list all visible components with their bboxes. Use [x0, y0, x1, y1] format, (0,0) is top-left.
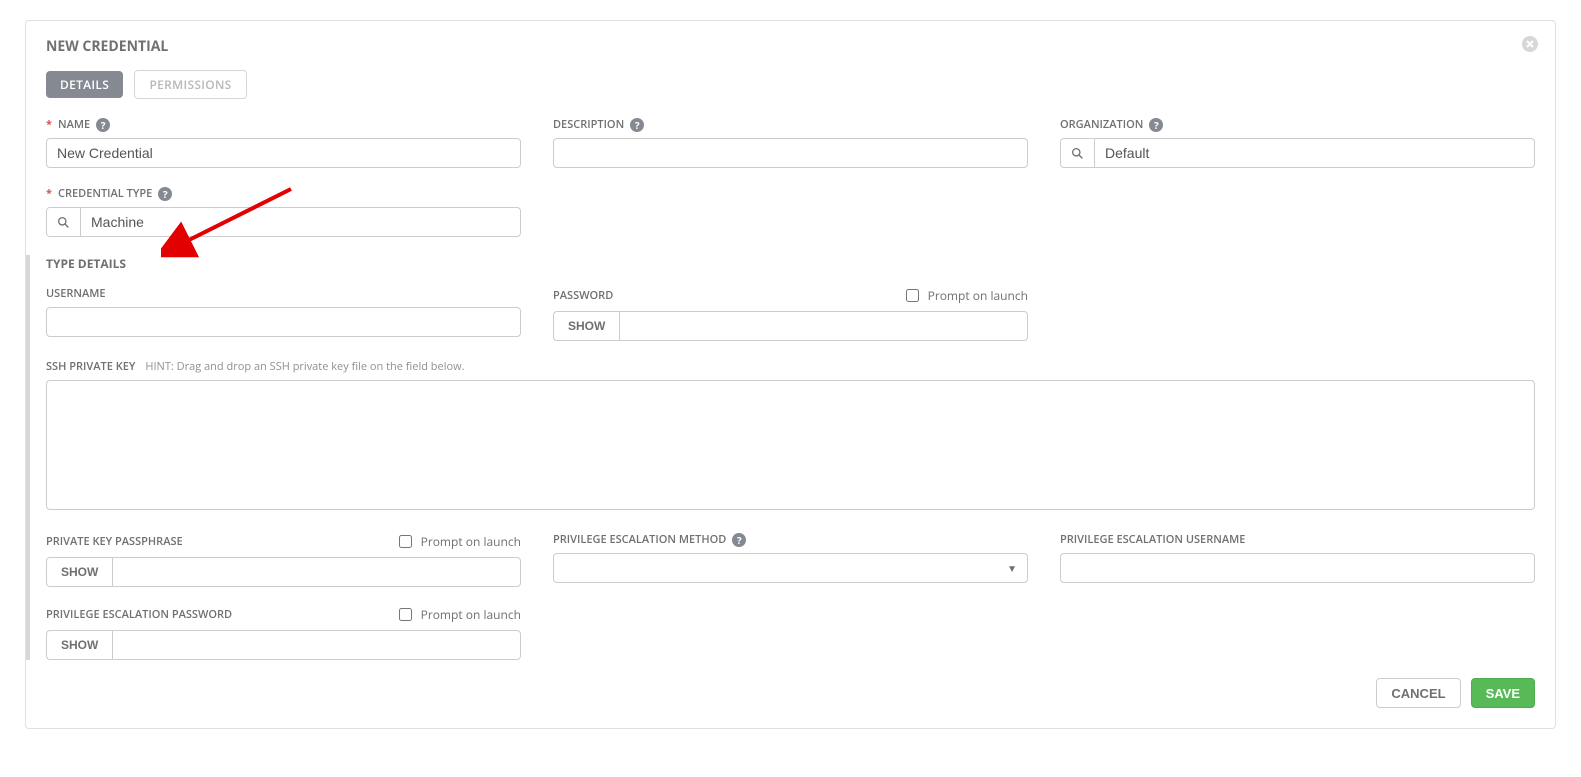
cancel-button[interactable]: CANCEL [1376, 678, 1460, 708]
label-name: NAME [58, 117, 90, 132]
escalation-password-prompt-on-launch[interactable]: Prompt on launch [395, 605, 521, 624]
footer-actions: CANCEL SAVE [46, 678, 1535, 708]
credential-type-search-button[interactable] [47, 208, 81, 236]
field-password: PASSWORD Prompt on launch SHOW [553, 286, 1028, 341]
escalation-password-prompt-checkbox[interactable] [399, 608, 412, 621]
search-icon [1071, 147, 1084, 160]
new-credential-panel: NEW CREDENTIAL DETAILS PERMISSIONS * NAM… [25, 20, 1556, 729]
organization-lookup[interactable] [1060, 138, 1535, 168]
field-username: USERNAME [46, 286, 521, 341]
label-credential-type: CREDENTIAL TYPE [58, 186, 152, 201]
row-passphrase-escalation: PRIVATE KEY PASSPHRASE Prompt on launch … [46, 532, 1535, 587]
label-escalation-password: PRIVILEGE ESCALATION PASSWORD [46, 607, 232, 622]
close-button[interactable] [1521, 35, 1539, 53]
label-organization: ORGANIZATION [1060, 117, 1143, 132]
row-escalation-password: PRIVILEGE ESCALATION PASSWORD Prompt on … [46, 605, 1535, 660]
passphrase-prompt-on-launch[interactable]: Prompt on launch [395, 532, 521, 551]
tabs: DETAILS PERMISSIONS [46, 70, 1535, 99]
escalation-method-select[interactable]: ▼ [553, 553, 1028, 583]
required-mark: * [46, 186, 52, 201]
type-details-title: TYPE DETAILS [46, 255, 1535, 272]
label-username: USERNAME [46, 286, 106, 301]
close-icon [1522, 36, 1538, 52]
help-icon[interactable]: ? [1149, 118, 1163, 132]
passphrase-input[interactable] [112, 557, 521, 587]
required-mark: * [46, 117, 52, 132]
tab-details[interactable]: DETAILS [46, 71, 123, 98]
field-organization: ORGANIZATION ? [1060, 117, 1535, 168]
type-details-section: TYPE DETAILS USERNAME PASSWORD Prompt on… [26, 255, 1535, 660]
organization-input[interactable] [1095, 139, 1534, 167]
help-icon[interactable]: ? [732, 533, 746, 547]
field-credential-type: * CREDENTIAL TYPE ? [46, 186, 521, 237]
prompt-on-launch-label: Prompt on launch [928, 287, 1028, 304]
password-show-button[interactable]: SHOW [553, 311, 619, 341]
name-input[interactable] [46, 138, 521, 168]
label-escalation-username: PRIVILEGE ESCALATION USERNAME [1060, 532, 1245, 547]
save-button[interactable]: SAVE [1471, 678, 1535, 708]
passphrase-show-button[interactable]: SHOW [46, 557, 112, 587]
ssh-private-key-textarea[interactable] [46, 380, 1535, 510]
field-escalation-username: PRIVILEGE ESCALATION USERNAME [1060, 532, 1535, 587]
prompt-on-launch-label: Prompt on launch [421, 606, 521, 623]
row-name-desc-org: * NAME ? DESCRIPTION ? ORGANIZATION ? [46, 117, 1535, 168]
field-escalation-password: PRIVILEGE ESCALATION PASSWORD Prompt on … [46, 605, 521, 660]
field-escalation-method: PRIVILEGE ESCALATION METHOD ? ▼ [553, 532, 1028, 587]
field-passphrase: PRIVATE KEY PASSPHRASE Prompt on launch … [46, 532, 521, 587]
password-prompt-checkbox[interactable] [906, 289, 919, 302]
tab-permissions[interactable]: PERMISSIONS [134, 70, 246, 99]
panel-title: NEW CREDENTIAL [46, 37, 1535, 56]
escalation-password-show-button[interactable]: SHOW [46, 630, 112, 660]
field-description: DESCRIPTION ? [553, 117, 1028, 168]
chevron-down-icon: ▼ [1007, 561, 1017, 575]
label-passphrase: PRIVATE KEY PASSPHRASE [46, 534, 183, 549]
label-description: DESCRIPTION [553, 117, 624, 132]
organization-search-button[interactable] [1061, 139, 1095, 167]
label-ssh-private-key: SSH PRIVATE KEY [46, 359, 135, 374]
help-icon[interactable]: ? [630, 118, 644, 132]
help-icon[interactable]: ? [158, 187, 172, 201]
credential-type-input[interactable] [81, 208, 520, 236]
row-credential-type: * CREDENTIAL TYPE ? [46, 186, 1535, 237]
row-username-password: USERNAME PASSWORD Prompt on launch SHOW [46, 286, 1535, 341]
password-input[interactable] [619, 311, 1028, 341]
search-icon [57, 216, 70, 229]
ssh-hint: HINT: Drag and drop an SSH private key f… [145, 359, 464, 374]
escalation-username-input[interactable] [1060, 553, 1535, 583]
prompt-on-launch-label: Prompt on launch [421, 533, 521, 550]
help-icon[interactable]: ? [96, 118, 110, 132]
passphrase-prompt-checkbox[interactable] [399, 535, 412, 548]
credential-type-lookup[interactable] [46, 207, 521, 237]
field-ssh-private-key: SSH PRIVATE KEY HINT: Drag and drop an S… [46, 359, 1535, 532]
username-input[interactable] [46, 307, 521, 337]
description-input[interactable] [553, 138, 1028, 168]
password-prompt-on-launch[interactable]: Prompt on launch [902, 286, 1028, 305]
escalation-password-input[interactable] [112, 630, 521, 660]
label-escalation-method: PRIVILEGE ESCALATION METHOD [553, 532, 726, 547]
field-name: * NAME ? [46, 117, 521, 168]
label-password: PASSWORD [553, 288, 613, 303]
